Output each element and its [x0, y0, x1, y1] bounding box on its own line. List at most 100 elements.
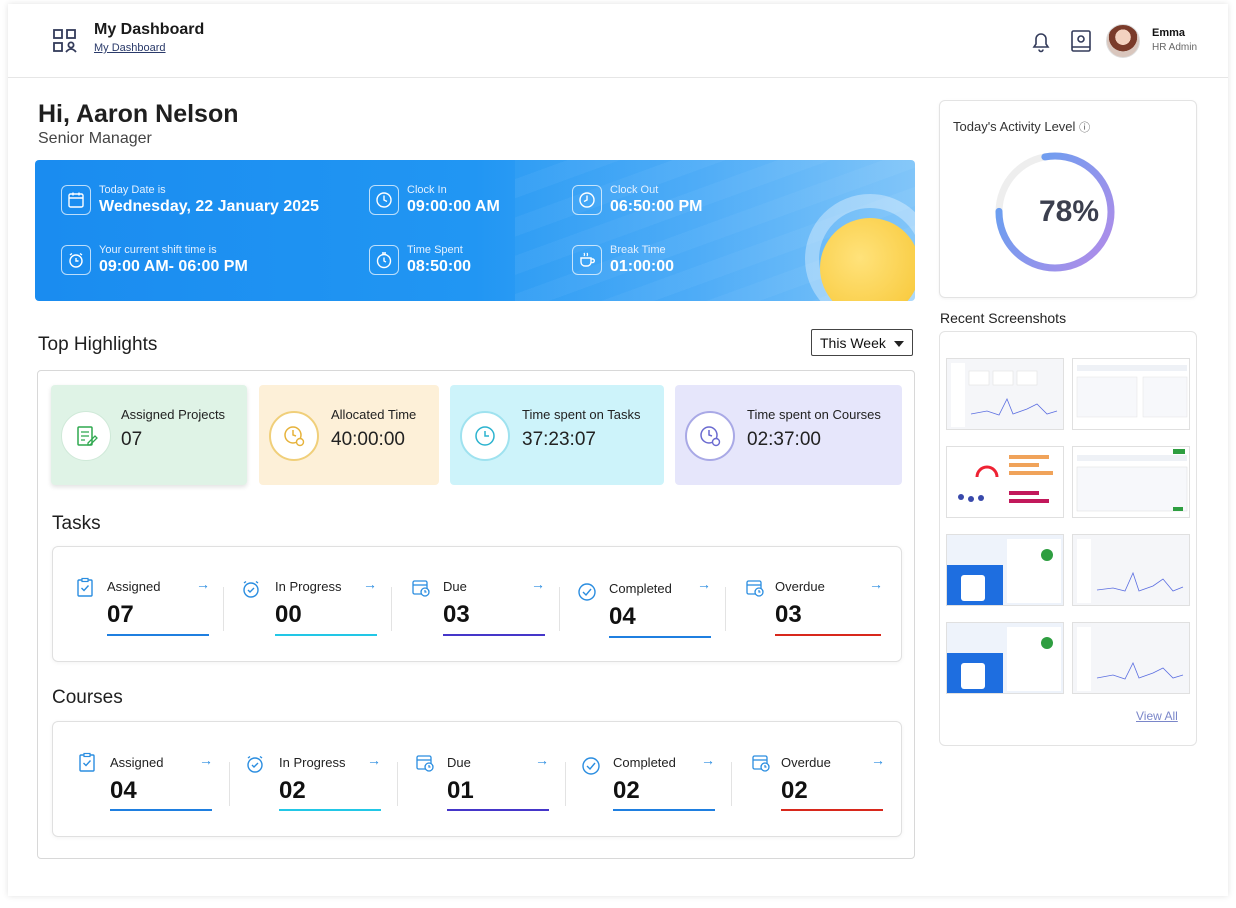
period-select-value: This Week — [820, 335, 886, 351]
banner-value: 09:00 AM- 06:00 PM — [99, 258, 248, 275]
banner-value: 09:00:00 AM — [407, 198, 500, 215]
course-assigned[interactable]: Assigned → 04 — [53, 722, 229, 838]
arrow-right-icon[interactable]: → — [535, 752, 549, 768]
screenshot-thumbnail[interactable] — [1072, 622, 1190, 694]
calendar-clock-icon — [746, 580, 764, 597]
user-name: Emma — [1152, 27, 1186, 39]
highlight-assigned-projects[interactable]: Assigned Projects 07 — [51, 385, 247, 485]
stat-label: Overdue — [781, 755, 831, 770]
stat-label: Completed — [613, 755, 676, 770]
banner-value: 08:50:00 — [407, 258, 472, 275]
stat-label: Overdue — [775, 579, 825, 594]
greeting-heading: Hi, Aaron Nelson — [38, 100, 239, 128]
activity-title-text: Today's Activity Level — [953, 119, 1076, 134]
arrow-right-icon[interactable]: → — [871, 752, 885, 768]
highlight-value: 40:00:00 — [331, 429, 405, 450]
course-completed[interactable]: Completed → 02 — [565, 722, 731, 838]
period-select[interactable]: This Week — [811, 329, 913, 356]
stat-label: Assigned — [110, 755, 164, 770]
screenshot-thumbnail[interactable] — [1072, 446, 1190, 518]
arrow-right-icon[interactable]: → — [367, 752, 381, 768]
stat-underline — [775, 634, 881, 636]
dashboard-grid-icon[interactable] — [52, 28, 78, 54]
highlight-time-on-tasks[interactable]: Time spent on Tasks 37:23:07 — [450, 385, 664, 485]
stat-value: 04 — [110, 777, 137, 804]
banner-time-spent: Time Spent 08:50:00 — [369, 244, 471, 276]
screenshot-thumbnail[interactable] — [946, 534, 1064, 606]
screenshot-thumbnail[interactable] — [946, 622, 1064, 694]
stopwatch-icon — [369, 245, 399, 275]
task-completed[interactable]: Completed → 04 — [559, 547, 725, 663]
bell-icon[interactable] — [1028, 28, 1054, 54]
screenshot-thumbnail[interactable] — [1072, 534, 1190, 606]
banner-break-time: Break Time 01:00:00 — [572, 244, 674, 276]
banner-label: Today Date is — [99, 184, 166, 196]
screenshot-thumbnail[interactable] — [946, 358, 1064, 430]
task-in-progress[interactable]: In Progress → 00 — [223, 547, 391, 663]
courses-title: Courses — [52, 687, 123, 708]
calendar-clock-icon — [412, 580, 430, 597]
banner-label: Your current shift time is — [99, 244, 217, 256]
arrow-right-icon[interactable]: → — [363, 576, 377, 592]
app-frame: My Dashboard My Dashboard Emma HR Admin … — [8, 4, 1228, 896]
activity-value: 78% — [1038, 195, 1100, 228]
activity-title: Today's Activity Level ⓘ — [953, 119, 1090, 135]
task-assigned[interactable]: Assigned → 07 — [53, 547, 223, 663]
alarm-icon — [61, 245, 91, 275]
course-due[interactable]: Due → 01 — [397, 722, 565, 838]
check-circle-icon — [582, 757, 600, 775]
clipboard-check-icon — [79, 752, 95, 772]
screenshot-thumbnail[interactable] — [946, 446, 1064, 518]
tasks-title: Tasks — [52, 513, 101, 534]
recent-screenshots-panel: View All — [939, 331, 1197, 746]
arrow-right-icon[interactable]: → — [869, 576, 883, 592]
calendar-clock-icon — [752, 755, 770, 772]
course-in-progress[interactable]: In Progress → 02 — [229, 722, 397, 838]
stat-value: 01 — [447, 777, 474, 804]
time-gear-icon — [269, 411, 319, 461]
highlight-label: Time spent on Tasks — [522, 407, 641, 422]
breadcrumb[interactable]: My Dashboard — [94, 42, 166, 54]
highlight-allocated-time[interactable]: Allocated Time 40:00:00 — [259, 385, 439, 485]
time-course-icon — [685, 411, 735, 461]
clipboard-check-icon — [77, 577, 93, 597]
banner-value: Wednesday, 22 January 2025 — [99, 198, 319, 215]
arrow-right-icon[interactable]: → — [697, 576, 711, 592]
page-title: My Dashboard — [94, 21, 205, 38]
course-overdue[interactable]: Overdue → 02 — [731, 722, 901, 838]
stat-label: Due — [443, 579, 467, 594]
banner-clock-out: Clock Out 06:50:00 PM — [572, 184, 703, 216]
banner-value: 01:00:00 — [610, 258, 675, 275]
banner-label: Break Time — [610, 244, 666, 256]
stat-underline — [609, 636, 711, 638]
task-overdue[interactable]: Overdue → 03 — [725, 547, 901, 663]
stat-label: In Progress — [279, 755, 346, 770]
task-due[interactable]: Due → 03 — [391, 547, 559, 663]
arrow-right-icon[interactable]: → — [199, 752, 213, 768]
avatar[interactable] — [1106, 24, 1140, 58]
activity-level-card: Today's Activity Level ⓘ 78% — [939, 100, 1197, 298]
screenshot-thumbnail[interactable] — [1072, 358, 1190, 430]
highlight-value: 02:37:00 — [747, 429, 821, 450]
calendar-icon — [61, 185, 91, 215]
stat-underline — [279, 809, 381, 811]
top-highlights-title: Top Highlights — [38, 334, 158, 355]
clock-icon — [369, 185, 399, 215]
stat-value: 07 — [107, 601, 134, 628]
arrow-right-icon[interactable]: → — [531, 576, 545, 592]
info-icon[interactable]: ⓘ — [1079, 122, 1090, 134]
stat-value: 02 — [613, 777, 640, 804]
banner-value: 06:50:00 PM — [610, 198, 703, 215]
highlight-value: 07 — [121, 429, 143, 450]
banner-label: Clock Out — [610, 184, 659, 196]
coffee-icon — [572, 245, 602, 275]
stat-value: 04 — [609, 603, 636, 630]
stat-underline — [613, 809, 715, 811]
highlight-value: 37:23:07 — [522, 429, 596, 450]
settings-book-icon[interactable] — [1068, 28, 1094, 54]
view-all-link[interactable]: View All — [1136, 709, 1178, 723]
arrow-right-icon[interactable]: → — [701, 752, 715, 768]
arrow-right-icon[interactable]: → — [196, 576, 210, 592]
highlight-time-on-courses[interactable]: Time spent on Courses 02:37:00 — [675, 385, 902, 485]
stat-underline — [781, 809, 883, 811]
